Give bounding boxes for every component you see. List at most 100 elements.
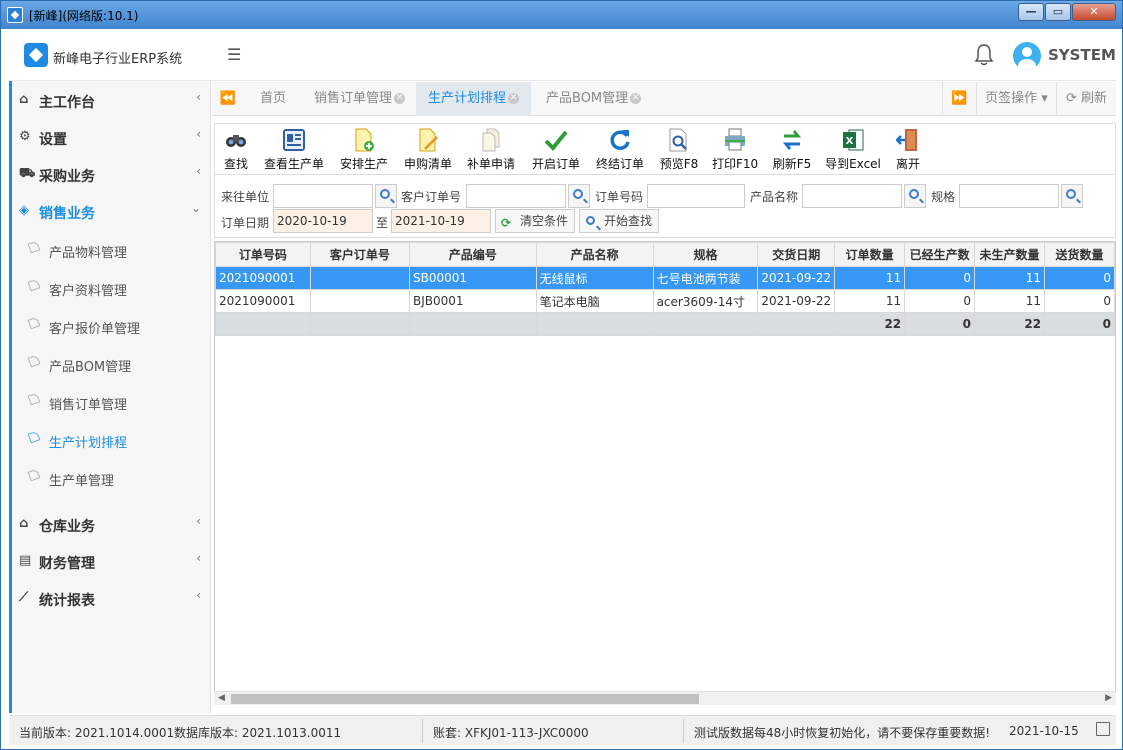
sidebar-subitem-production-plan[interactable]: 生产计划排程 (9, 421, 211, 457)
search-icon (586, 216, 595, 225)
column-header[interactable]: 规格 (652, 242, 759, 267)
date-from-input[interactable] (273, 209, 373, 233)
table-cell: 2021-09-22 (757, 266, 836, 290)
supplement-request-button[interactable]: 补单申请 (466, 128, 516, 172)
sidebar-item-home[interactable]: ⌂ 主工作台 ‹ (9, 82, 211, 118)
tab-production-plan[interactable]: 生产计划排程 ✕ (416, 82, 532, 116)
sidebar-subitem-sales-order[interactable]: 销售订单管理 (9, 383, 211, 419)
table-cell: 22 (974, 312, 1046, 336)
toolbar-label: 查找 (223, 157, 248, 171)
clear-conditions-button[interactable]: ⟳ 清空条件 (495, 209, 576, 233)
sidebar-subitem-label: 生产单管理 (49, 474, 115, 489)
product-name-search-button[interactable] (904, 184, 926, 208)
sidebar-subitem-bom[interactable]: 产品BOM管理 (9, 345, 211, 381)
avatar[interactable] (1013, 42, 1041, 70)
order-no-input[interactable] (647, 184, 745, 208)
app-icon (7, 7, 23, 23)
supplier-label: 来往单位 (221, 190, 270, 204)
scrollbar-thumb[interactable] (231, 694, 699, 704)
column-header[interactable]: 已经生产数 (904, 242, 976, 267)
tab-scroll-right-icon[interactable]: ⏩ (942, 82, 976, 116)
leaf-icon (27, 354, 41, 368)
find-button[interactable]: 查找 (223, 128, 249, 172)
export-excel-button[interactable]: X 导到Excel (825, 128, 881, 172)
resize-grip-icon[interactable] (1096, 722, 1110, 736)
column-header[interactable]: 订单号码 (215, 242, 311, 267)
column-header[interactable]: 送货数量 (1044, 242, 1115, 267)
sidebar-item-sales[interactable]: ◈ 销售业务 ⌄ (9, 193, 211, 229)
sidebar-item-warehouse[interactable]: ⌂ 仓库业务 ‹ (9, 506, 211, 542)
table-row[interactable]: 2021090001 SB00001 无线鼠标 七号电池两节装 2021-09-… (215, 266, 1115, 290)
spec-input[interactable] (959, 184, 1059, 208)
column-header[interactable]: 产品名称 (535, 242, 654, 267)
product-name-input[interactable] (802, 184, 902, 208)
column-header[interactable]: 产品编号 (408, 242, 537, 267)
column-header[interactable]: 客户订单号 (309, 242, 410, 267)
toolbar-label: 终结订单 (595, 157, 644, 171)
column-header[interactable]: 订单数量 (834, 242, 906, 267)
refresh-button[interactable]: 刷新F5 (772, 128, 812, 172)
toolbar-label: 申购清单 (403, 157, 452, 171)
table-cell (309, 312, 410, 336)
schedule-production-button[interactable]: 安排生产 (339, 128, 389, 172)
open-order-button[interactable]: 开启订单 (531, 128, 581, 172)
column-header[interactable]: 未生产数量 (974, 242, 1046, 267)
username[interactable]: SYSTEM (1048, 46, 1116, 64)
horizontal-scrollbar[interactable]: ◀ ▶ (214, 691, 1116, 705)
sidebar-item-reports[interactable]: ⟋ 统计报表 ‹ (9, 580, 211, 616)
tab-scroll-left-icon[interactable]: ⏪ (212, 82, 244, 116)
tab-bom[interactable]: 产品BOM管理 ✕ (534, 82, 653, 116)
table-header-row: 订单号码 客户订单号 产品编号 产品名称 规格 交货日期 订单数量 已经生产数 … (215, 242, 1115, 267)
scroll-right-icon[interactable]: ▶ (1105, 693, 1112, 703)
purchase-list-button[interactable]: 申购清单 (403, 128, 453, 172)
app-name: 新峰电子行业ERP系统 (53, 52, 183, 67)
sidebar-item-settings[interactable]: ⚙ 设置 ‹ (9, 119, 211, 155)
sidebar-item-label: 财务管理 (39, 556, 95, 572)
home-icon: ⌂ (19, 92, 29, 107)
column-header[interactable]: 交货日期 (757, 242, 836, 267)
date-to-input[interactable] (391, 209, 491, 233)
sidebar-item-finance[interactable]: ▤ 财务管理 ‹ (9, 543, 211, 579)
toolbar-label: 刷新F5 (772, 157, 812, 171)
status-divider (422, 719, 423, 743)
print-button[interactable]: 打印F10 (712, 128, 758, 172)
scroll-left-icon[interactable]: ◀ (218, 693, 225, 703)
customer-order-search-button[interactable] (568, 184, 590, 208)
sidebar-item-label: 采购业务 (39, 169, 95, 185)
sidebar-item-purchasing[interactable]: ⛟ 采购业务 ‹ (9, 156, 211, 192)
maximize-button[interactable]: ▭ (1045, 3, 1071, 21)
supplier-search-button[interactable] (375, 184, 397, 208)
view-production-order-button[interactable]: 查看生产单 (263, 128, 325, 172)
close-button[interactable]: ✕ (1072, 3, 1116, 21)
tab-label: 销售订单管理 (314, 91, 393, 106)
close-tab-icon[interactable]: ✕ (508, 93, 520, 104)
sidebar-subitem-quotation[interactable]: 客户报价单管理 (9, 307, 211, 343)
sidebar-subitem-product-material[interactable]: 产品物料管理 (9, 231, 211, 267)
refresh-tab-button[interactable]: ⟳ 刷新 (1056, 82, 1116, 116)
bell-icon[interactable] (973, 43, 995, 67)
printer-icon (725, 128, 745, 151)
tab-home[interactable]: 首页 (248, 82, 298, 116)
page-ops-dropdown[interactable]: 页签操作 ▾ (976, 82, 1056, 116)
spec-search-button[interactable] (1061, 184, 1083, 208)
close-tab-icon[interactable]: ✕ (630, 93, 642, 104)
customer-order-input[interactable] (466, 184, 566, 208)
close-tab-icon[interactable]: ✕ (394, 93, 406, 104)
table-cell (215, 312, 311, 336)
supplier-input[interactable] (273, 184, 373, 208)
sidebar-subitem-customer-info[interactable]: 客户资料管理 (9, 269, 211, 305)
close-order-button[interactable]: 终结订单 (595, 128, 645, 172)
refresh-green-icon: ⟳ (501, 216, 512, 230)
totals-row: 22 0 22 0 (215, 312, 1115, 336)
start-search-button[interactable]: 开始查找 (579, 209, 660, 233)
exit-button[interactable]: 离开 (895, 128, 921, 172)
refresh-label: 刷新 (1081, 91, 1108, 106)
table-row[interactable]: 2021090001 BJB0001 笔记本电脑 acer3609-14寸 20… (215, 289, 1115, 313)
logo-icon (24, 43, 48, 67)
menu-toggle-icon[interactable]: ☰ (227, 45, 241, 64)
table-cell: 0 (1044, 266, 1115, 290)
sidebar-subitem-production-order[interactable]: 生产单管理 (9, 459, 211, 495)
preview-button[interactable]: 预览F8 (659, 128, 699, 172)
minimize-button[interactable]: — (1018, 3, 1044, 21)
tab-sales-order[interactable]: 销售订单管理 ✕ (302, 82, 417, 116)
